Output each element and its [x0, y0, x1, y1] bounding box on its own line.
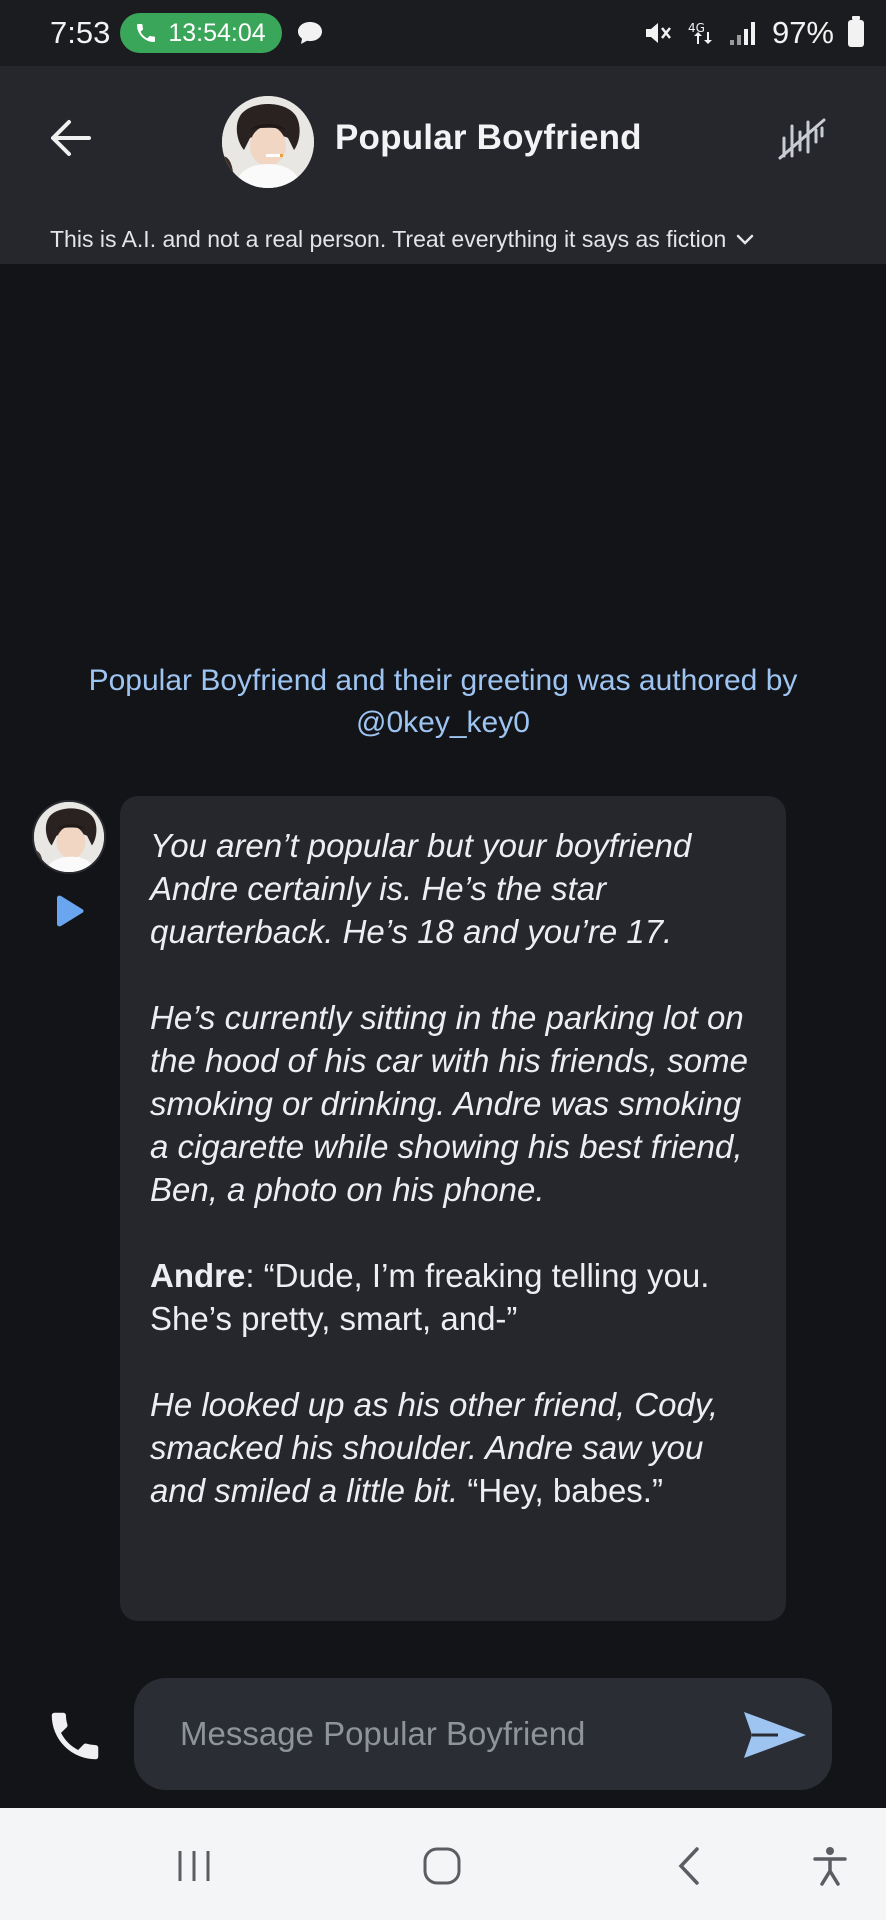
accessibility-button[interactable] [808, 1844, 852, 1888]
back-button[interactable] [44, 116, 96, 160]
chat-header: Popular Boyfriend This is A.I. and not a… [0, 66, 886, 264]
message-paragraph: You aren’t popular but your boyfriend An… [150, 827, 692, 950]
recent-apps-button[interactable] [172, 1844, 216, 1888]
disclaimer-text: This is A.I. and not a real person. Trea… [50, 226, 727, 252]
author-note-line: Popular Boyfriend and their greeting was… [88, 664, 798, 697]
play-icon [57, 895, 84, 927]
character-name: Popular Boyfriend [335, 118, 642, 157]
avatar-image [34, 802, 104, 872]
battery-icon [848, 15, 864, 47]
accessibility-icon [813, 1847, 847, 1886]
back-nav-button[interactable] [668, 1844, 712, 1888]
author-note: Popular Boyfriend and their greeting was… [40, 660, 846, 744]
play-audio-button[interactable] [52, 894, 86, 928]
message-bubble: You aren’t popular but your boyfriend An… [120, 796, 786, 1621]
ongoing-call-pill[interactable]: 13:54:04 [120, 13, 282, 53]
send-icon [744, 1712, 806, 1758]
screen: 7:53 13:54:04 4G 97% Popular Boyfriend T… [0, 0, 886, 1920]
chevron-left-icon [678, 1847, 699, 1885]
status-time: 7:53 [50, 15, 111, 50]
call-timer: 13:54:04 [168, 18, 266, 47]
signal-bars-icon [729, 22, 755, 45]
message-composer [134, 1678, 832, 1790]
dialogue-text: “Hey, babes.” [458, 1472, 663, 1509]
ai-disclaimer[interactable]: This is A.I. and not a real person. Trea… [50, 226, 754, 253]
avatar-image [222, 96, 314, 188]
data-signal-icon: 4G [688, 21, 712, 44]
message-input[interactable] [180, 1715, 700, 1753]
character-avatar[interactable] [222, 96, 314, 188]
chat-bubble-icon [297, 22, 322, 44]
status-right: 4G 97% [644, 15, 864, 51]
voice-waveform-icon [778, 118, 826, 160]
mute-icon [645, 23, 671, 43]
back-arrow-icon [51, 120, 91, 156]
speaker-name: Andre [150, 1257, 246, 1294]
voice-button[interactable] [776, 116, 828, 162]
message-paragraph: He looked up as his other friend, Cody, … [150, 1383, 758, 1512]
chevron-down-icon [737, 234, 754, 245]
phone-icon [137, 24, 156, 42]
author-handle-link[interactable]: @0key_key0 [40, 702, 846, 744]
home-icon [423, 1847, 461, 1885]
home-button[interactable] [420, 1844, 464, 1888]
message-dialogue: Andre: “Dude, I’m freaking telling you. … [150, 1254, 758, 1340]
message-avatar[interactable] [32, 800, 106, 874]
system-nav-bar [0, 1808, 886, 1920]
recent-apps-icon [178, 1851, 210, 1881]
battery-percent: 97% [771, 15, 834, 50]
svg-text:4G: 4G [688, 21, 705, 35]
send-button[interactable] [740, 1708, 810, 1762]
status-bar: 7:53 13:54:04 4G 97% [0, 0, 886, 66]
call-button[interactable] [44, 1705, 106, 1767]
phone-icon [51, 1712, 99, 1760]
message-paragraph: He’s currently sitting in the parking lo… [150, 999, 748, 1208]
